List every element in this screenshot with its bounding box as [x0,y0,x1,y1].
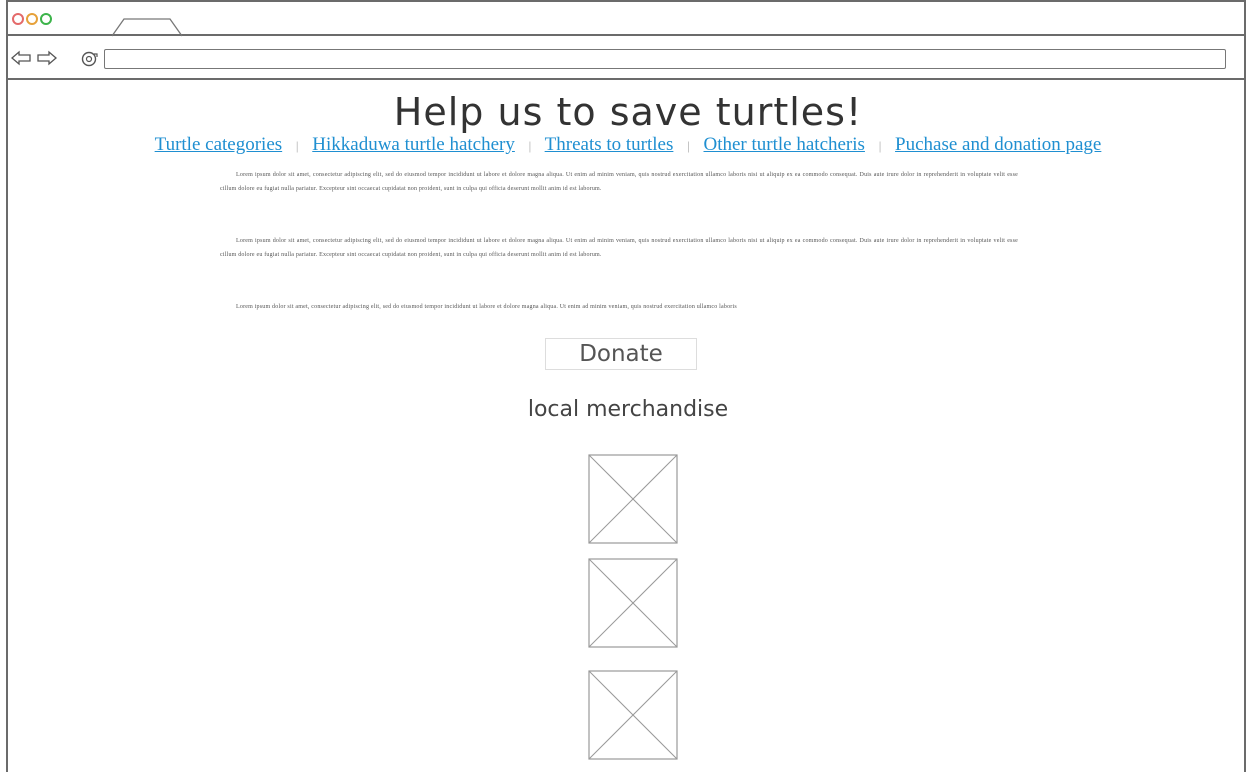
body-paragraph-1: Lorem ipsum dolor sit amet, consectetur … [220,172,1018,192]
nav-separator: | [687,138,690,153]
nav-link-turtle-categories[interactable]: Turtle categories [155,134,283,155]
window-controls [12,13,52,25]
nav-separator: | [528,138,532,153]
nav-separator: | [878,138,882,153]
back-arrow-icon[interactable] [10,50,32,66]
body-paragraph-2: Lorem ipsum dolor sit amet, consectetur … [220,238,1018,258]
body-paragraph-3: Lorem ipsum dolor sit amet, consectetur … [236,304,737,310]
maximize-window-button[interactable] [40,13,52,25]
browser-titlebar [8,2,1244,37]
main-nav: Turtle categories | Hikkaduwa turtle hat… [8,134,1248,156]
close-window-button[interactable] [12,13,24,25]
merchandise-heading: local merchandise [527,397,729,422]
nav-link-hikkaduwa-hatchery[interactable]: Hikkaduwa turtle hatchery [312,134,515,155]
nav-separator: | [295,138,299,153]
image-placeholder-icon [588,558,678,648]
browser-window: Help us to save turtles! Turtle categori… [6,0,1246,772]
donate-button[interactable]: Donate [545,338,697,370]
nav-link-other-hatcheries[interactable]: Other turtle hatcheris [704,134,865,155]
nav-link-threats[interactable]: Threats to turtles [545,134,674,155]
page-content: Help us to save turtles! Turtle categori… [8,82,1248,774]
image-placeholder-icon [588,454,678,544]
browser-tab[interactable] [112,17,184,37]
minimize-window-button[interactable] [26,13,38,25]
browser-navbar [8,36,1244,80]
image-placeholder-icon [588,670,678,760]
page-title: Help us to save turtles! [393,90,863,134]
refresh-icon[interactable] [80,50,100,68]
address-bar[interactable] [104,49,1226,69]
forward-arrow-icon[interactable] [36,50,58,66]
nav-link-purchase-donation[interactable]: Puchase and donation page [895,134,1101,155]
